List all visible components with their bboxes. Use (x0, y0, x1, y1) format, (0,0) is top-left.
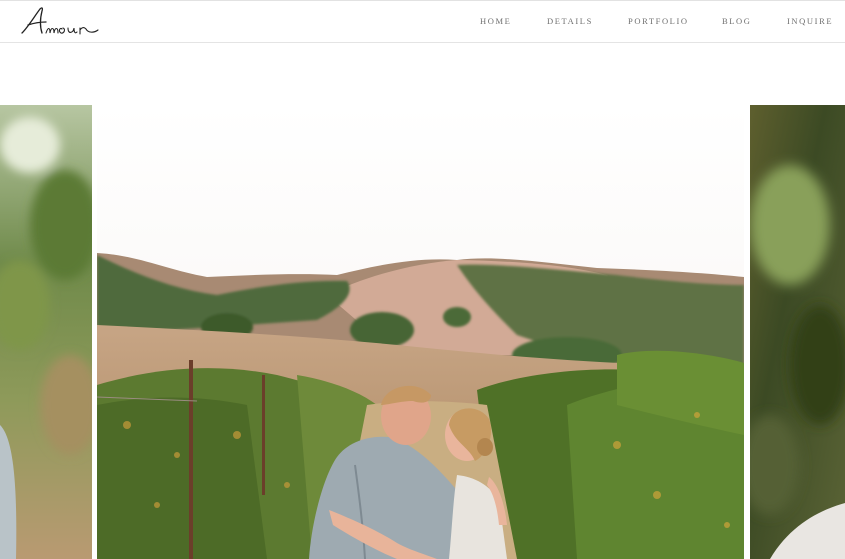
slide-previous[interactable] (0, 105, 92, 559)
slide-current[interactable] (97, 105, 744, 559)
nav-details[interactable]: DETAILS (547, 16, 593, 26)
amour-script-logo-icon (21, 7, 99, 35)
vineyard-couple-image (97, 105, 744, 559)
nav-blog[interactable]: BLOG (722, 16, 752, 26)
nav-inquire[interactable]: INQUIRE (787, 16, 833, 26)
nav-portfolio[interactable]: PORTFOLIO (628, 16, 689, 26)
site-logo[interactable] (18, 5, 108, 39)
blurred-trees-image (0, 105, 92, 559)
blurred-greenery-image (750, 105, 845, 559)
slide-next[interactable] (750, 105, 845, 559)
photo-slider[interactable] (0, 105, 845, 559)
header-bar: HOME DETAILS PORTFOLIO BLOG INQUIRE (0, 0, 845, 43)
nav-home[interactable]: HOME (480, 16, 511, 26)
